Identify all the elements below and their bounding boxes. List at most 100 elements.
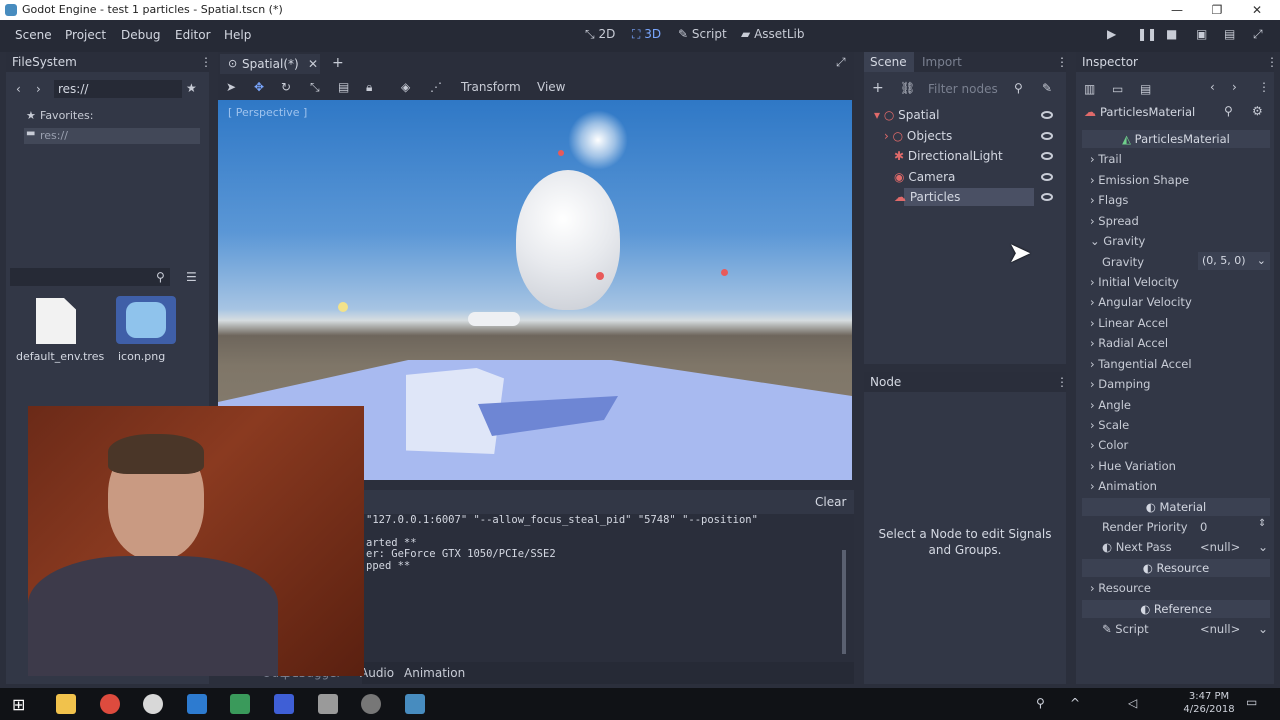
group-icon[interactable]: ◈ — [401, 80, 410, 94]
favorite-star-icon[interactable]: ★ — [186, 81, 197, 95]
mode-2d-button[interactable]: ⤡ 2D — [585, 27, 615, 42]
minimize-button[interactable]: — — [1156, 0, 1198, 20]
res-folder-row[interactable]: ▬ res:// — [24, 128, 200, 144]
rotate-tool-icon[interactable]: ↻ — [281, 80, 291, 94]
script-button[interactable]: ✎ Script — [678, 27, 727, 41]
lock-icon[interactable]: 🔒︎ — [366, 80, 372, 95]
godot-taskbar-icon[interactable] — [405, 694, 425, 714]
perspective-label[interactable]: [ Perspective ] — [228, 106, 307, 119]
close-window-button[interactable]: ✕ — [1236, 0, 1278, 20]
app-icon[interactable] — [143, 694, 163, 714]
calculator-icon[interactable] — [318, 694, 338, 714]
play-icon[interactable]: ▶ — [1107, 27, 1116, 41]
tab-spatial[interactable]: ⊙ Spatial(*) ✕ — [220, 54, 320, 74]
back-icon[interactable]: ‹ — [16, 82, 21, 96]
chrome-icon[interactable] — [100, 694, 120, 714]
tree-node-directionallight[interactable]: ✱ DirectionalLight — [894, 149, 1003, 163]
filter-nodes-input[interactable]: Filter nodes — [922, 80, 1042, 98]
close-tab-icon[interactable]: ✕ — [308, 57, 318, 71]
group-damping[interactable]: › Damping — [1090, 377, 1150, 391]
save-resource-icon[interactable]: ▤ — [1140, 82, 1151, 96]
render-priority-value[interactable]: 0 — [1200, 520, 1207, 534]
mode-3d-button[interactable]: ⛶ 3D — [632, 27, 661, 42]
tab-audio[interactable]: Audio — [360, 666, 394, 680]
history-menu-icon[interactable]: ⋮ — [1258, 80, 1270, 94]
pause-icon[interactable]: ❚❚ — [1137, 27, 1157, 41]
select-tool-icon[interactable]: ➤ — [226, 80, 236, 94]
notifications-icon[interactable]: ▭ — [1246, 695, 1257, 709]
fullscreen-icon[interactable]: ⤢ — [1253, 27, 1263, 42]
visibility-eye-icon[interactable] — [1041, 132, 1053, 140]
history-forward-icon[interactable]: › — [1232, 80, 1237, 94]
group-trail[interactable]: › Trail — [1090, 152, 1122, 166]
list-select-icon[interactable]: ▤ — [338, 80, 349, 94]
node-menu-icon[interactable]: ⋮ — [1056, 375, 1068, 389]
store-icon[interactable] — [187, 694, 207, 714]
tools-icon[interactable]: ⚙ — [1252, 104, 1263, 118]
menu-scene[interactable]: Scene — [15, 28, 52, 42]
light-gizmo[interactable] — [338, 302, 348, 312]
chevron-down-icon[interactable]: ⌄ — [1258, 622, 1268, 636]
visibility-eye-icon[interactable] — [1041, 152, 1053, 160]
group-emission-shape[interactable]: › Emission Shape — [1090, 173, 1189, 187]
group-gravity[interactable]: ⌄ Gravity — [1090, 234, 1145, 248]
search-icon[interactable]: ⚲ — [156, 270, 165, 284]
stop-icon[interactable]: ■ — [1166, 27, 1177, 41]
move-tool-icon[interactable]: ✥ — [254, 80, 264, 94]
file-explorer-icon[interactable] — [56, 694, 76, 714]
visibility-eye-icon[interactable] — [1041, 173, 1053, 181]
group-initial-velocity[interactable]: › Initial Velocity — [1090, 275, 1179, 289]
group-color[interactable]: › Color — [1090, 438, 1128, 452]
tree-node-camera[interactable]: ◉ Camera — [894, 170, 955, 184]
load-resource-icon[interactable]: ▭ — [1112, 82, 1123, 96]
spinner-icon[interactable]: ⇕ — [1258, 518, 1266, 529]
tab-scene[interactable]: Scene — [864, 52, 914, 72]
visibility-eye-icon[interactable] — [1041, 111, 1053, 119]
group-hue-variation[interactable]: › Hue Variation — [1090, 459, 1176, 473]
group-spread[interactable]: › Spread — [1090, 214, 1139, 228]
filesystem-menu-icon[interactable]: ⋮ — [200, 55, 212, 69]
tree-node-particles[interactable]: ☁ Particles — [894, 190, 960, 204]
list-view-icon[interactable]: ☰ — [186, 270, 197, 284]
network-icon[interactable]: ⚲ — [1036, 696, 1045, 710]
menu-debug[interactable]: Debug — [121, 28, 160, 42]
play-scene-icon[interactable]: ▣ — [1196, 27, 1207, 41]
visibility-eye-icon[interactable] — [1041, 193, 1053, 201]
favorites-label[interactable]: Favorites: — [40, 109, 93, 122]
next-pass-value[interactable]: <null> — [1200, 540, 1240, 554]
play-custom-icon[interactable]: ▤ — [1224, 27, 1235, 41]
tray-chevron-icon[interactable]: ^ — [1070, 696, 1080, 710]
search-icon[interactable]: ⚲ — [1224, 104, 1233, 118]
volume-icon[interactable]: ◁ — [1128, 696, 1137, 710]
new-resource-icon[interactable]: ▥ — [1084, 82, 1095, 96]
menu-help[interactable]: Help — [224, 28, 251, 42]
view-menu[interactable]: View — [537, 80, 565, 94]
transform-menu[interactable]: Transform — [461, 80, 521, 94]
inspector-menu-icon[interactable]: ⋮ — [1266, 55, 1278, 69]
group-tangential-accel[interactable]: › Tangential Accel — [1090, 357, 1192, 371]
output-scrollbar[interactable] — [842, 550, 846, 654]
app-icon[interactable] — [361, 694, 381, 714]
scale-tool-icon[interactable]: ⤡ — [310, 80, 320, 95]
menu-editor[interactable]: Editor — [175, 28, 211, 42]
group-flags[interactable]: › Flags — [1090, 193, 1128, 207]
tab-animation[interactable]: Animation — [404, 666, 465, 680]
group-angular-velocity[interactable]: › Angular Velocity — [1090, 295, 1192, 309]
tree-node-objects[interactable]: › ○ Objects — [884, 129, 952, 143]
group-animation[interactable]: › Animation — [1090, 479, 1157, 493]
clear-button[interactable]: Clear — [815, 495, 846, 509]
scene-script-icon[interactable]: ✎ — [1042, 81, 1052, 95]
path-field[interactable]: res:// — [54, 80, 182, 98]
floppy-icon[interactable] — [274, 694, 294, 714]
script-value[interactable]: <null> — [1200, 622, 1240, 636]
group-linear-accel[interactable]: › Linear Accel — [1090, 316, 1168, 330]
maximize-button[interactable]: ❐ — [1196, 0, 1238, 20]
clock-date[interactable]: 4/26/2018 — [1181, 704, 1237, 715]
menu-project[interactable]: Project — [65, 28, 106, 42]
tab-import[interactable]: Import — [922, 52, 962, 72]
group-radial-accel[interactable]: › Radial Accel — [1090, 336, 1168, 350]
resource-name[interactable]: ParticlesMaterial — [1100, 105, 1195, 119]
search-icon[interactable]: ⚲ — [1014, 81, 1023, 95]
add-tab-icon[interactable]: + — [332, 55, 344, 71]
clock-time[interactable]: 3:47 PM — [1186, 691, 1232, 702]
